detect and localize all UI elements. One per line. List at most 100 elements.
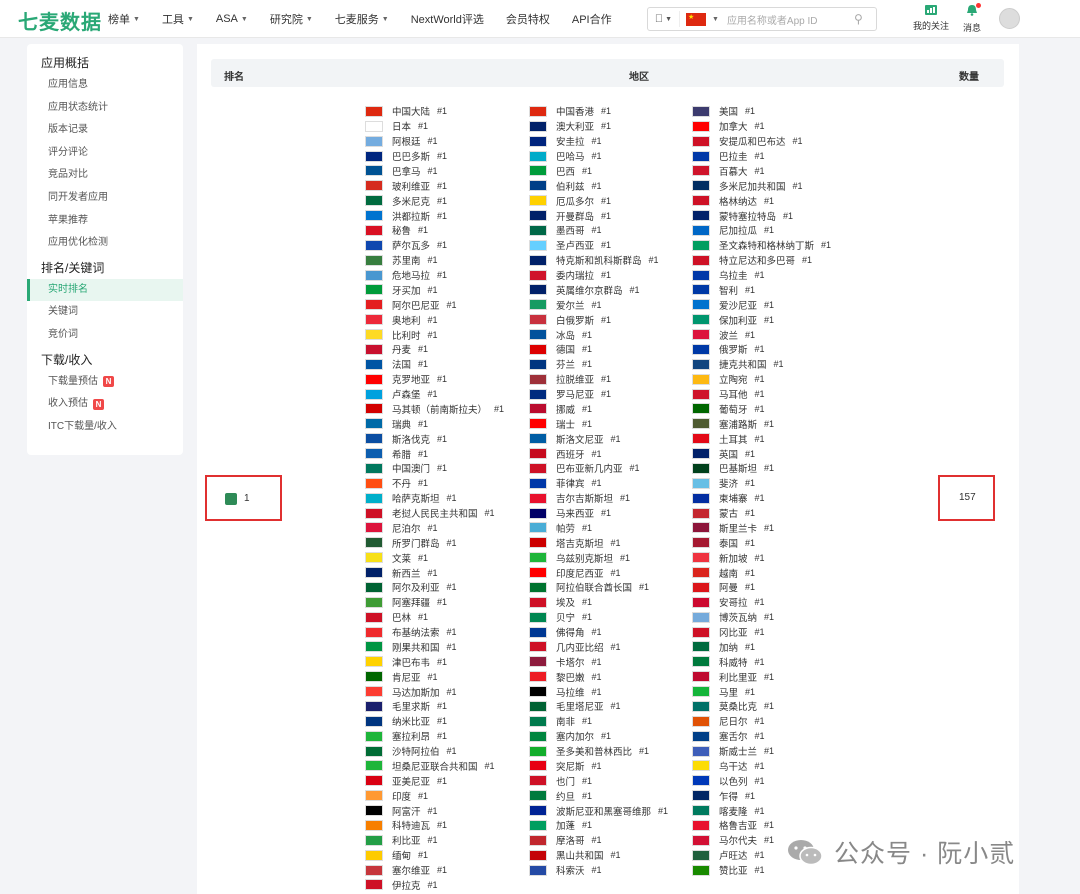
region-rank: #1 <box>601 374 612 385</box>
sidebar-item[interactable]: ITC下载量/收入 <box>27 416 183 439</box>
logo[interactable]: 七麦数据 <box>18 6 102 35</box>
region-name: 罗马尼亚 <box>556 390 595 402</box>
region-rank: #1 <box>601 314 612 325</box>
sidebar-item[interactable]: 同开发者应用 <box>27 187 183 210</box>
region-row: 阿根廷 #1 <box>365 134 504 149</box>
sidebar-item-label: 评分评论 <box>48 146 88 158</box>
nav-item[interactable]: ASA ▼ <box>216 13 248 25</box>
region-row: 贝宁 #1 <box>529 610 668 625</box>
region-row: 斯洛文尼亚 #1 <box>529 431 668 446</box>
country-flag-icon <box>692 507 710 519</box>
country-flag-icon <box>529 120 547 132</box>
region-name: 马达加斯加 <box>392 687 440 699</box>
region-row: 巴布亚新几内亚 #1 <box>529 461 668 476</box>
region-rank: #1 <box>764 463 775 474</box>
region-name: 帕劳 <box>556 523 576 535</box>
region-rank: #1 <box>745 641 756 652</box>
region-name: 新西兰 <box>392 568 421 580</box>
chevron-down-icon[interactable]: ▼ <box>712 16 719 23</box>
country-flag-icon <box>529 314 547 326</box>
search-input[interactable]: 应用名称或者App ID <box>727 12 854 27</box>
region-rank: #1 <box>745 567 756 578</box>
region-name: 摩洛哥 <box>556 836 585 848</box>
region-rank: #1 <box>427 805 438 816</box>
country-flag-icon <box>692 611 710 623</box>
country-flag-icon <box>692 448 710 460</box>
sidebar-item[interactable]: 应用优化检测 <box>27 232 183 255</box>
sidebar-item[interactable]: 关键词 <box>27 301 183 324</box>
chevron-down-icon: ▼ <box>240 15 248 23</box>
region-name: 菲律宾 <box>556 479 585 491</box>
search-icon[interactable]: ⚲ <box>854 12 876 26</box>
region-rank: #1 <box>427 522 438 533</box>
nav-item[interactable]: API合作 <box>572 11 612 27</box>
nav-item-label: 研究院 <box>269 14 303 26</box>
region-rank: #1 <box>437 463 448 474</box>
sidebar-item[interactable]: 竞价词 <box>27 324 183 347</box>
region-row: 加纳 #1 <box>692 640 831 655</box>
region-row: 葡萄牙 #1 <box>692 402 831 417</box>
region-row: 格鲁吉亚 #1 <box>692 818 831 833</box>
country-flag-icon <box>529 329 547 341</box>
nav-item[interactable]: 研究院 ▼ <box>270 11 313 27</box>
region-row: 日本 #1 <box>365 119 504 134</box>
sidebar-item-label: 下载量预估 <box>48 375 98 387</box>
avatar[interactable] <box>999 8 1020 29</box>
messages-button[interactable]: 消息 <box>963 3 981 34</box>
country-flag-icon <box>365 388 383 400</box>
sidebar-item[interactable]: 版本记录 <box>27 119 183 142</box>
nav-item-label: ASA <box>215 13 238 25</box>
region-rank: #1 <box>639 746 650 757</box>
region-name: 马耳他 <box>719 390 748 402</box>
region-row: 圣卢西亚 #1 <box>529 238 668 253</box>
region-rank: #1 <box>418 225 429 236</box>
region-rank: #1 <box>437 106 448 117</box>
country-flag-icon <box>692 686 710 698</box>
country-flag-icon <box>529 760 547 772</box>
sidebar-item[interactable]: 应用信息 <box>27 74 183 97</box>
region-flag-icon[interactable] <box>686 12 706 26</box>
sidebar-item-label: 实时排名 <box>48 283 88 295</box>
region-rank: #1 <box>427 255 438 266</box>
sidebar-item[interactable]: 收入预估 N <box>27 393 183 416</box>
nav-item[interactable]: NextWorld评选 <box>411 11 484 27</box>
region-row: 芬兰 #1 <box>529 357 668 372</box>
region-name: 克罗地亚 <box>392 375 431 387</box>
country-flag-icon <box>529 269 547 281</box>
region-name: 伊拉克 <box>392 880 421 892</box>
region-row: 圣文森特和格林纳丁斯 #1 <box>692 238 831 253</box>
region-name: 乌拉圭 <box>719 271 748 283</box>
sidebar-item[interactable]: 应用状态统计 <box>27 97 183 120</box>
region-row: 马来西亚 #1 <box>529 506 668 521</box>
region-row: 多米尼克 #1 <box>365 193 504 208</box>
nav-item[interactable]: 榜单 ▼ <box>108 11 140 27</box>
nav-item[interactable]: 会员特权 <box>506 11 550 27</box>
region-rank: #1 <box>610 641 621 652</box>
country-flag-icon <box>365 448 383 460</box>
sidebar-item[interactable]: 评分评论 <box>27 142 183 165</box>
chevron-down-icon: ▼ <box>661 15 672 23</box>
nav-item[interactable]: 工具 ▼ <box>162 11 194 27</box>
region-rank: #1 <box>610 850 621 861</box>
region-name: 津巴布韦 <box>392 657 431 669</box>
region-row: 也门 #1 <box>529 773 668 788</box>
region-rank: #1 <box>591 627 602 638</box>
sidebar-item[interactable]: 竞品对比 <box>27 164 183 187</box>
my-follow-label: 我的关注 <box>913 21 950 31</box>
sidebar-item[interactable]: 苹果推荐 <box>27 210 183 233</box>
apple-platform-icon[interactable]: ▼ <box>648 11 680 27</box>
region-name: 贝宁 <box>556 613 576 625</box>
region-rank: #1 <box>754 865 765 876</box>
region-row: 所罗门群岛 #1 <box>365 535 504 550</box>
region-rank: #1 <box>601 389 612 400</box>
nav-item[interactable]: 七麦服务 ▼ <box>335 11 389 27</box>
rank-color-marker <box>225 493 237 505</box>
my-follow-button[interactable]: 我的关注 <box>913 4 949 32</box>
region-rank: #1 <box>754 850 765 861</box>
region-rank: #1 <box>437 180 448 191</box>
search-box[interactable]: ▼ ▼ 应用名称或者App ID ⚲ <box>647 7 877 31</box>
region-rank: #1 <box>582 597 593 608</box>
sidebar-item[interactable]: 实时排名 <box>27 278 183 302</box>
sidebar-item[interactable]: 下载量预估 N <box>27 371 183 394</box>
chart-icon <box>925 5 937 15</box>
